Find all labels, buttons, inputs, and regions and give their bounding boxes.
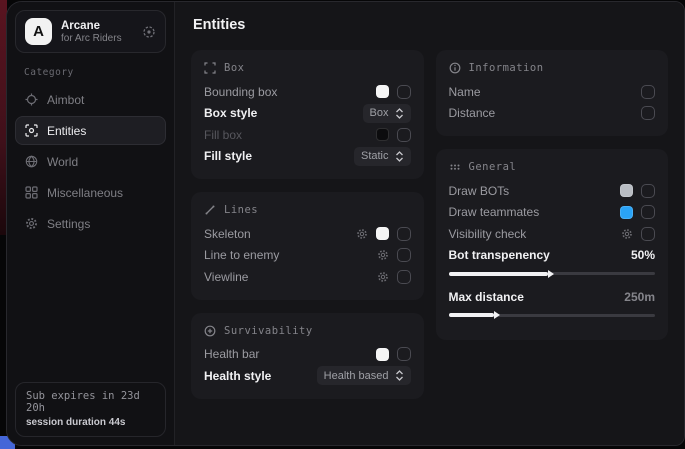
panel-lines: Lines Skeleton	[191, 192, 424, 300]
chevron-up-down-icon	[395, 108, 404, 119]
panel-general: General Draw BOTs Draw teammates	[436, 149, 669, 340]
setting-row-skeleton: Skeleton	[204, 223, 411, 245]
sidebar-item-label: Entities	[47, 124, 86, 138]
draw-bots-checkbox[interactable]	[641, 184, 655, 198]
draw-teammates-color-swatch[interactable]	[620, 206, 633, 219]
setting-row-max-distance: Max distance 250m	[449, 286, 656, 308]
setting-row-draw-bots: Draw BOTs	[449, 180, 656, 202]
health-bar-color-swatch[interactable]	[376, 348, 389, 361]
panel-lines-header: Lines	[204, 204, 411, 216]
chevron-up-down-icon	[395, 370, 404, 381]
sidebar: A Arcane for Arc Riders Category Aimbot	[7, 2, 175, 445]
panel-survivability-header: Survivability	[204, 325, 411, 337]
right-column: Information Name Distance	[436, 50, 669, 340]
setting-row-fill-box: Fill box	[204, 124, 411, 146]
sidebar-nav: Aimbot Entities World	[7, 85, 174, 238]
sync-icon[interactable]	[142, 25, 156, 39]
category-label: Category	[24, 67, 174, 78]
main-content: Entities Box Bounding box	[175, 2, 684, 445]
grid-icon	[25, 186, 38, 199]
draw-teammates-checkbox[interactable]	[641, 205, 655, 219]
subscription-info-card: Sub expires in 23d 20h session duration …	[15, 382, 166, 437]
app-logo-text: Arcane for Arc Riders	[61, 20, 122, 44]
slider-fill	[449, 272, 548, 276]
panel-box-header: Box	[204, 62, 411, 74]
visibility-check-settings-gear-icon[interactable]	[621, 228, 633, 240]
name-checkbox[interactable]	[641, 85, 655, 99]
app-subtitle: for Arc Riders	[61, 33, 122, 44]
health-cross-icon	[204, 325, 216, 337]
setting-row-visibility-check: Visibility check	[449, 223, 656, 245]
skeleton-checkbox[interactable]	[397, 227, 411, 241]
viewline-checkbox[interactable]	[397, 270, 411, 284]
page-title: Entities	[193, 17, 668, 33]
left-column: Box Bounding box Box style Box	[191, 50, 424, 399]
info-icon	[449, 62, 461, 74]
visibility-check-checkbox[interactable]	[641, 227, 655, 241]
fill-box-color-swatch[interactable]	[376, 128, 389, 141]
setting-row-box-style: Box style Box	[204, 103, 411, 125]
slider-fill	[449, 313, 494, 317]
sub-expiry-text: Sub expires in 23d 20h	[26, 390, 155, 414]
setting-row-viewline: Viewline	[204, 266, 411, 288]
bot-transparency-slider[interactable]	[449, 269, 656, 278]
max-distance-value: 250m	[624, 290, 655, 304]
sidebar-item-aimbot[interactable]: Aimbot	[15, 85, 166, 114]
app-window: A Arcane for Arc Riders Category Aimbot	[6, 1, 685, 446]
bounding-box-color-swatch[interactable]	[376, 85, 389, 98]
sidebar-item-entities[interactable]: Entities	[15, 116, 166, 145]
line-icon	[204, 204, 216, 216]
setting-row-health-bar: Health bar	[204, 344, 411, 366]
sidebar-item-world[interactable]: World	[15, 147, 166, 176]
app-title: Arcane	[61, 20, 122, 32]
panel-box: Box Bounding box Box style Box	[191, 50, 424, 179]
bot-transparency-value: 50%	[631, 248, 655, 262]
setting-row-distance: Distance	[449, 103, 656, 125]
sidebar-item-label: World	[47, 155, 78, 169]
health-bar-checkbox[interactable]	[397, 347, 411, 361]
setting-row-name: Name	[449, 81, 656, 103]
viewline-settings-gear-icon[interactable]	[377, 271, 389, 283]
panel-information-header: Information	[449, 62, 656, 74]
sidebar-item-settings[interactable]: Settings	[15, 209, 166, 238]
entities-scan-icon	[25, 124, 38, 137]
sidebar-item-label: Settings	[47, 217, 90, 231]
setting-row-line-to-enemy: Line to enemy	[204, 245, 411, 267]
setting-row-health-style: Health style Health based	[204, 365, 411, 387]
crosshair-icon	[25, 93, 38, 106]
draw-bots-color-swatch[interactable]	[620, 184, 633, 197]
panel-information: Information Name Distance	[436, 50, 669, 136]
health-style-dropdown[interactable]: Health based	[317, 366, 411, 385]
dots-grid-icon	[449, 161, 461, 173]
box-style-dropdown[interactable]: Box	[363, 104, 411, 123]
panel-general-header: General	[449, 161, 656, 173]
globe-icon	[25, 155, 38, 168]
sidebar-item-label: Miscellaneous	[47, 186, 123, 200]
app-logo: A	[25, 18, 52, 45]
setting-row-bounding-box: Bounding box	[204, 81, 411, 103]
setting-row-fill-style: Fill style Static	[204, 146, 411, 168]
setting-row-draw-teammates: Draw teammates	[449, 202, 656, 224]
fill-box-checkbox[interactable]	[397, 128, 411, 142]
skeleton-color-swatch[interactable]	[376, 227, 389, 240]
fill-style-dropdown[interactable]: Static	[354, 147, 411, 166]
panel-survivability: Survivability Health bar Health style He…	[191, 313, 424, 399]
bounding-box-checkbox[interactable]	[397, 85, 411, 99]
skeleton-settings-gear-icon[interactable]	[356, 228, 368, 240]
line-to-enemy-checkbox[interactable]	[397, 248, 411, 262]
session-duration-text: session duration 44s	[26, 417, 155, 428]
setting-row-bot-transparency: Bot transpenency 50%	[449, 245, 656, 267]
app-logo-card[interactable]: A Arcane for Arc Riders	[15, 10, 166, 53]
max-distance-slider[interactable]	[449, 311, 656, 320]
bounding-box-icon	[204, 62, 216, 74]
gear-icon	[25, 217, 38, 230]
distance-checkbox[interactable]	[641, 106, 655, 120]
sidebar-item-label: Aimbot	[47, 93, 84, 107]
sidebar-item-miscellaneous[interactable]: Miscellaneous	[15, 178, 166, 207]
line-to-enemy-settings-gear-icon[interactable]	[377, 249, 389, 261]
chevron-up-down-icon	[395, 151, 404, 162]
